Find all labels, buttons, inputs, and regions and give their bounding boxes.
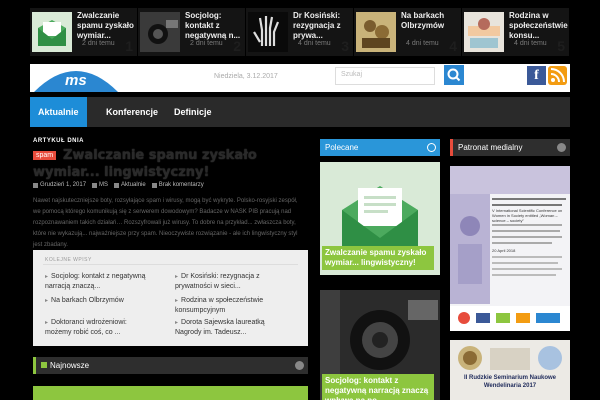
ticker-date: 4 dni temu	[514, 40, 547, 47]
seminar-graphic	[450, 340, 570, 400]
current-date: Niedziela, 3.12.2017	[214, 73, 278, 80]
divider	[43, 264, 298, 265]
search-button[interactable]	[444, 65, 464, 85]
envelope-thumbnail	[32, 12, 72, 52]
arrow-icon: ▸	[45, 320, 49, 326]
related-link[interactable]: ▸ Dr Kosiński: rezygnacja z prywatności w…	[175, 272, 285, 291]
main-nav: Aktualnie Konferencje Definicje	[30, 97, 570, 127]
arrow-icon: ▸	[45, 274, 49, 280]
search-input[interactable]: Szukaj	[335, 67, 435, 85]
related-link[interactable]: ▸ Socjolog: kontakt z negatywną narracją …	[45, 272, 155, 291]
ticker-title[interactable]: Rodzina w społeczeństwie konsu...	[509, 11, 568, 41]
logo-text: ms	[65, 72, 87, 89]
site-header: ms Niedziela, 3.12.2017 Szukaj f	[30, 64, 570, 92]
family-thumbnail	[464, 12, 504, 52]
seminar-poster[interactable]: II Rudzkie Seminarium Naukowe Wendelinar…	[450, 340, 570, 400]
conference-poster[interactable]: V International Scientific Conference on…	[450, 166, 570, 331]
ticker-item[interactable]: Rodzina w społeczeństwie konsu... 4 dni …	[462, 8, 570, 56]
patronage-header: Patronat medialny	[450, 139, 570, 156]
ticker-item[interactable]: Na barkach Olbrzymów 4 dni temu 4	[354, 8, 462, 56]
ticker-date: 4 dni temu	[406, 40, 439, 47]
ticker-date: 4 dni temu	[298, 40, 331, 47]
recommended-header: Polecane	[320, 139, 440, 156]
user-icon	[92, 182, 98, 188]
article-excerpt: Nawet najskuteczniejsze boty, rozsyłając…	[33, 198, 298, 248]
article-category: ARTYKUŁ DNIA	[33, 138, 84, 144]
ticker-item[interactable]: Dr Kosiński: rezygnacja z prywa... 4 dni…	[246, 8, 354, 56]
ticker-date: 2 dni temu	[190, 40, 223, 47]
giants-thumbnail	[356, 12, 396, 52]
next-arrow-icon[interactable]	[427, 143, 436, 152]
folder-icon	[114, 182, 120, 188]
comment-icon	[151, 182, 157, 188]
ticker-number: 3	[341, 38, 349, 54]
recommended-card[interactable]: Socjolog: kontakt z negatywną narracją z…	[320, 290, 440, 400]
article-date: Grudzień 1, 2017	[40, 182, 87, 188]
related-link[interactable]: ▸ Rodzina w społeczeństwie konsumpcyjnym	[175, 296, 285, 315]
arrow-icon: ▸	[175, 320, 179, 326]
seminar-title: II Rudzkie Seminarium Naukowe Wendelinar…	[463, 375, 557, 389]
nav-item-definicje[interactable]: Definicje	[166, 97, 220, 127]
related-heading: KOLEJNE WPISY	[45, 257, 92, 263]
ticker-number: 4	[449, 38, 457, 54]
nav-item-konferencje[interactable]: Konferencje	[98, 97, 166, 127]
site-logo[interactable]: ms	[32, 64, 120, 92]
article-author[interactable]: MS	[99, 182, 108, 188]
latest-header: Najnowsze	[33, 357, 308, 374]
ticker-title[interactable]: Na barkach Olbrzymów	[401, 11, 459, 31]
facebook-icon[interactable]: f	[527, 66, 546, 85]
article-title[interactable]: Zwalczanie spamu zyskało wymiar... lingw…	[33, 147, 305, 181]
arrow-icon: ▸	[175, 298, 179, 304]
next-arrow-icon[interactable]	[295, 361, 304, 370]
calendar-icon	[33, 182, 38, 188]
ticker-number: 5	[557, 38, 565, 54]
recommended-caption[interactable]: Zwalczanie spamu zyskało wymiar... lingw…	[322, 246, 434, 270]
ticker-number: 2	[233, 38, 241, 54]
ticker-date: 2 dni temu	[82, 40, 115, 47]
related-posts: KOLEJNE WPISY ▸ Socjolog: kontakt z negat…	[33, 250, 308, 346]
ticker-title[interactable]: Zwalczanie spamu zyskało wymiar...	[77, 11, 135, 41]
arrow-icon: ▸	[175, 274, 179, 280]
camera-thumbnail	[140, 12, 180, 52]
ticker-item[interactable]: Socjolog: kontakt z negatywną n... 2 dni…	[138, 8, 246, 56]
ticker-number: 1	[125, 38, 133, 54]
article-meta: Grudzień 1, 2017 MS Aktualnie Brak komen…	[33, 182, 204, 188]
latest-label: Najnowsze	[41, 361, 89, 370]
spam-badge[interactable]: spam	[33, 151, 57, 160]
nav-item-aktualnie[interactable]: Aktualnie	[30, 97, 87, 127]
related-link[interactable]: ▸ Dorota Sajewska laureatką Nagrody im. T…	[175, 318, 285, 337]
recommended-caption[interactable]: Socjolog: kontakt z negatywną narracją z…	[322, 374, 434, 400]
related-link[interactable]: ▸ Doktoranci wdrożeniowi: możemy robić co…	[45, 318, 155, 337]
next-arrow-icon[interactable]	[557, 143, 566, 152]
arrow-icon: ▸	[45, 298, 49, 304]
recommended-label: Polecane	[325, 143, 359, 152]
search-icon	[447, 68, 461, 82]
patronage-label: Patronat medialny	[458, 143, 523, 152]
rss-icon[interactable]	[548, 66, 567, 85]
poster-title: V International Scientific Conference on…	[492, 208, 563, 223]
article-comments[interactable]: Brak komentarzy	[159, 182, 204, 188]
ticker-title[interactable]: Dr Kosiński: rezygnacja z prywa...	[293, 11, 351, 41]
poster-date: 20 April 2018	[492, 248, 516, 253]
related-link[interactable]: ▸ Na barkach Olbrzymów	[45, 296, 155, 306]
ticker-item[interactable]: Zwalczanie spamu zyskało wymiar... 2 dni…	[30, 8, 138, 56]
recommended-card[interactable]: Zwalczanie spamu zyskało wymiar... lingw…	[320, 162, 440, 275]
ticker-title[interactable]: Socjolog: kontakt z negatywną n...	[185, 11, 243, 41]
latest-strip	[33, 386, 308, 400]
xray-hand-thumbnail	[248, 12, 288, 52]
top-ticker: Zwalczanie spamu zyskało wymiar... 2 dni…	[30, 8, 570, 56]
list-icon	[41, 362, 47, 368]
article-section[interactable]: Aktualnie	[121, 182, 146, 188]
